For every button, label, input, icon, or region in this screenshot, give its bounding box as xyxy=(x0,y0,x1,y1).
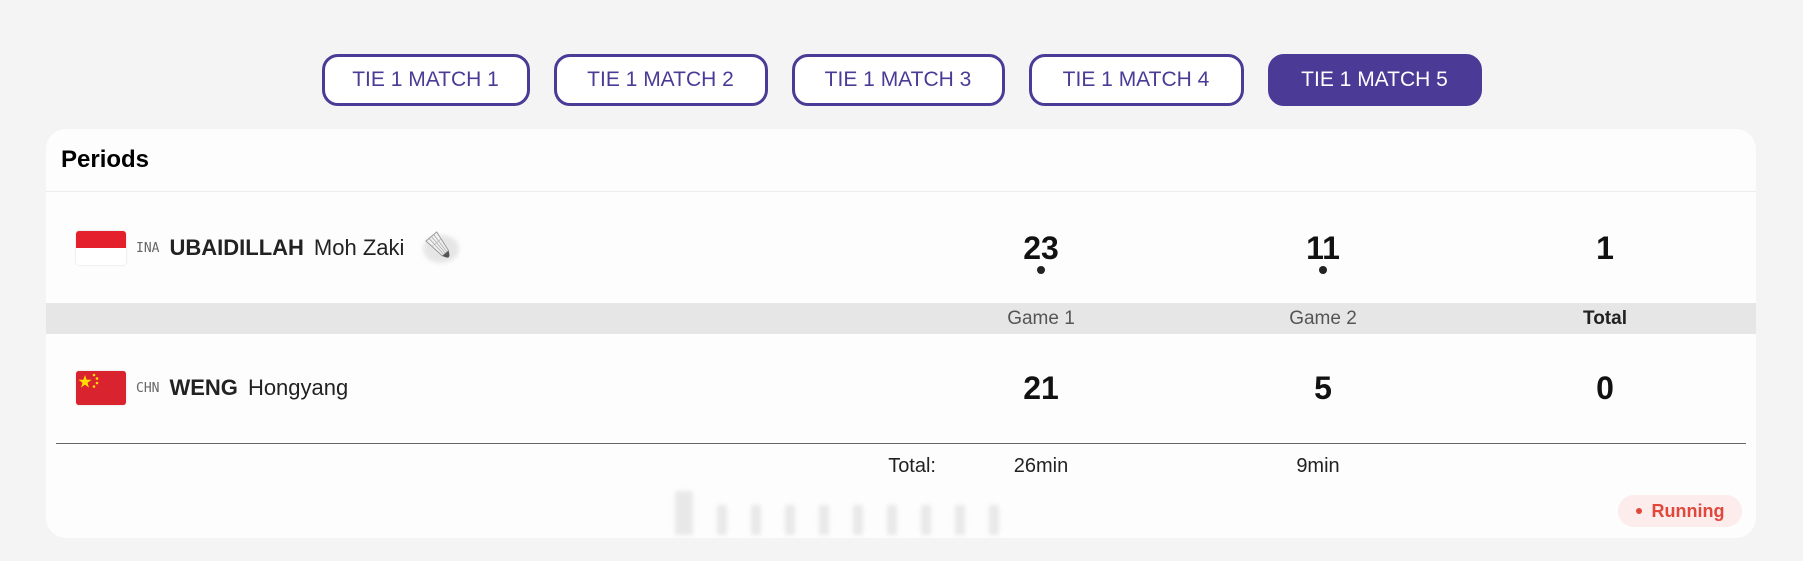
player-1-given-name: Moh Zaki xyxy=(313,235,405,260)
player-2-total-score: 0 xyxy=(1596,369,1614,406)
match-status-badge: Running xyxy=(1618,495,1742,527)
player-1-info: INA UBAIDILLAH Moh Zaki xyxy=(76,193,464,303)
player-2-game-2-score: 5 xyxy=(1314,369,1332,406)
divider xyxy=(56,443,1746,444)
duration-row: Total: 26min 9min xyxy=(46,447,1756,483)
tab-tie1-match2[interactable]: TIE 1 MATCH 2 xyxy=(553,54,768,106)
game-won-marker xyxy=(1319,266,1327,274)
player-2-surname: WENG xyxy=(169,375,238,400)
periods-title: Periods xyxy=(46,129,1756,192)
player-1-country: INA xyxy=(136,240,160,256)
player-1-game-1-score: 23 xyxy=(981,193,1101,303)
player-2-given-name: Hongyang xyxy=(247,375,349,400)
match-tabs: TIE 1 MATCH 1 TIE 1 MATCH 2 TIE 1 MATCH … xyxy=(0,54,1803,106)
player-1-game-2-score: 11 xyxy=(1263,193,1383,303)
flag-china-icon xyxy=(76,371,126,405)
tab-tie1-match5[interactable]: TIE 1 MATCH 5 xyxy=(1267,54,1482,106)
match-status-text: Running xyxy=(1651,500,1725,521)
status-dot-icon xyxy=(1635,508,1642,514)
shuttlecock-serve-icon xyxy=(423,231,460,263)
player-2-game-1-score: 21 xyxy=(1023,369,1059,406)
game-1-label: Game 1 xyxy=(1007,307,1075,329)
player-row-1: INA UBAIDILLAH Moh Zaki 23 11 1 xyxy=(46,193,1756,303)
game-won-marker xyxy=(1037,266,1045,274)
game-1-duration: 26min xyxy=(1013,455,1069,477)
total-label: Total xyxy=(1583,307,1627,329)
game-2-label: Game 2 xyxy=(1289,307,1357,329)
game-labels-bar: Game 1 Game 2 Total xyxy=(46,303,1756,334)
tab-tie1-match1[interactable]: TIE 1 MATCH 1 xyxy=(321,54,530,106)
duration-total-label: Total: xyxy=(888,455,936,477)
blurred-placeholder xyxy=(675,487,1175,535)
game-2-duration: 9min xyxy=(1296,455,1340,477)
tab-tie1-match4[interactable]: TIE 1 MATCH 4 xyxy=(1028,54,1244,106)
player-1-surname: UBAIDILLAH xyxy=(169,235,304,260)
player-row-2: CHN WENG Hongyang 21 5 0 xyxy=(46,333,1756,443)
player-2-info: CHN WENG Hongyang xyxy=(76,333,348,443)
player-1-total-score: 1 xyxy=(1596,229,1614,266)
tab-tie1-match3[interactable]: TIE 1 MATCH 3 xyxy=(791,54,1005,106)
periods-card: Periods INA UBAIDILLAH Moh Zaki 23 11 1 … xyxy=(46,129,1756,538)
player-2-country: CHN xyxy=(136,380,160,396)
flag-indonesia-icon xyxy=(76,231,126,265)
